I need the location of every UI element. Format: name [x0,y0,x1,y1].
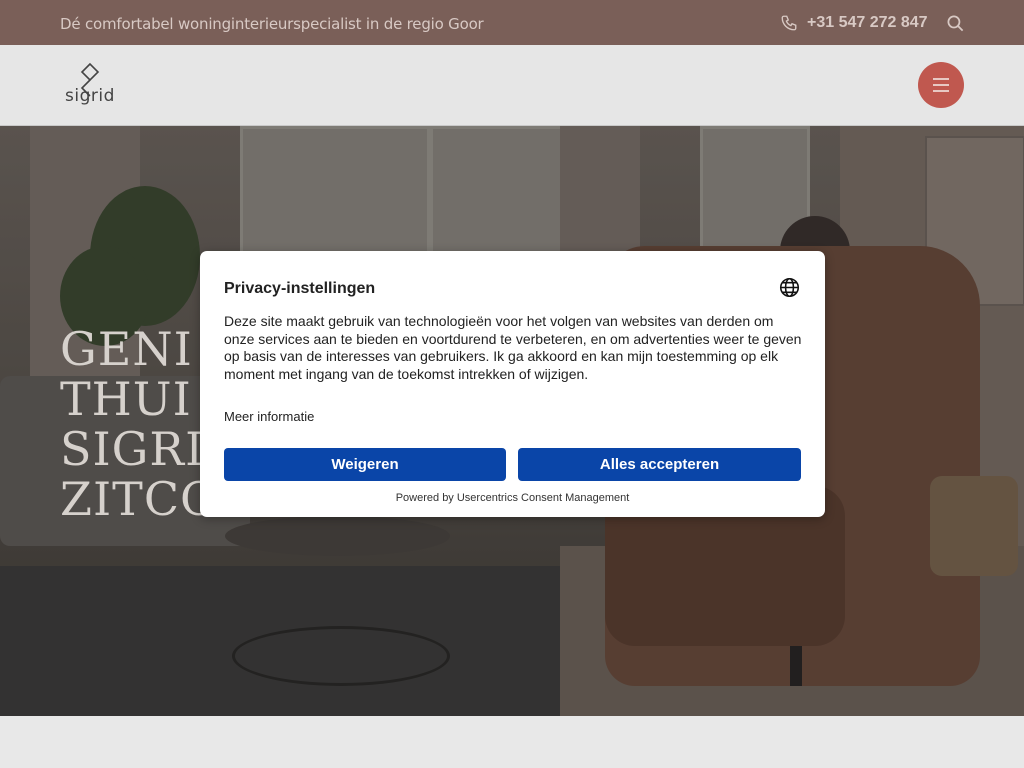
content-section [0,716,1024,768]
hero-title-line: SIGRI [60,422,205,476]
hero-title: GENI THUI SIGRI ZITCO [60,324,219,524]
hamburger-icon [933,78,949,80]
consent-description: Deze site maakt gebruik van technologieë… [224,313,802,382]
menu-button[interactable] [918,62,964,108]
more-info-link[interactable]: Meer informatie [224,409,314,424]
powered-by-link[interactable]: Powered by Usercentrics Consent Manageme… [200,492,825,504]
hero-title-line: GENI [60,322,193,376]
site-header: sigrid [0,45,1024,126]
search-icon[interactable] [946,14,965,33]
reject-button[interactable]: Weigeren [224,448,506,481]
top-bar: Dé comfortabel woninginterieurspecialist… [0,0,1024,45]
tagline: Dé comfortabel woninginterieurspecialist… [60,15,484,33]
phone-icon[interactable] [780,14,798,32]
consent-title: Privacy-instellingen [224,280,376,297]
consent-dialog: Privacy-instellingen Deze site maakt geb… [200,251,825,517]
accept-all-button[interactable]: Alles accepteren [518,448,801,481]
globe-icon[interactable] [779,277,800,298]
hero-title-line: THUI [60,372,192,426]
phone-number-link[interactable]: +31 547 272 847 [807,14,928,32]
logo-text: sigrid [65,86,115,106]
hero-title-line: ZITCO [60,472,219,526]
